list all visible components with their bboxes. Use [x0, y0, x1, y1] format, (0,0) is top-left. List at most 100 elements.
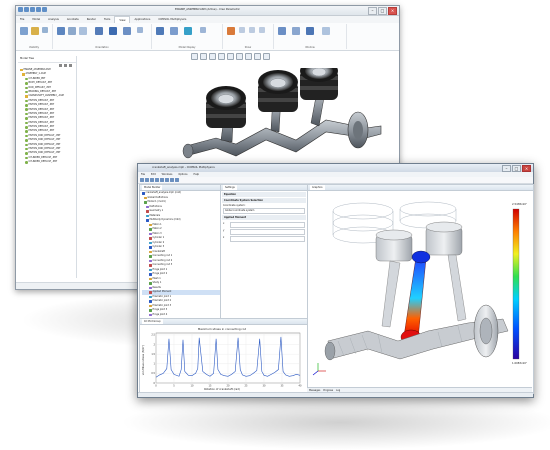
previous-icon[interactable] — [123, 27, 131, 35]
ribbon-tab[interactable]: Tools — [100, 16, 114, 23]
stress-3d-view[interactable]: 2.5438x10⁸ 1.0083x10³ — [308, 191, 532, 387]
repaint-icon[interactable] — [218, 53, 225, 60]
comsol-window-title: crankshaft_analysis.mph - COMSOL Multiph… — [152, 166, 215, 169]
ribbon-tab[interactable]: Render — [83, 16, 100, 23]
settings-section-applied-moment[interactable]: Applied Moment — [222, 215, 306, 220]
maximize-button[interactable]: □ — [378, 7, 387, 15]
coordinate-system-label: Coordinate system: — [223, 204, 246, 207]
part-icon — [25, 134, 28, 138]
zoom-in-icon[interactable] — [200, 53, 207, 60]
ribbon-tab[interactable]: File — [16, 16, 28, 23]
pan-icon[interactable] — [79, 27, 87, 35]
maximize-button[interactable]: □ — [512, 165, 521, 172]
node-icon — [149, 264, 152, 267]
status-icon[interactable] — [31, 27, 39, 35]
build-icon[interactable] — [165, 178, 169, 182]
node-icon — [149, 291, 152, 294]
moment-y-field[interactable] — [230, 229, 305, 235]
tree-item-label: CYLINDER_DEFAULT_.PRT — [28, 160, 58, 164]
view-manager-icon[interactable] — [245, 53, 252, 60]
plot-tab[interactable]: 1D Plot Group — [142, 319, 163, 324]
x-tick-label: 5 — [173, 385, 175, 388]
x-tick-label: 35 — [281, 385, 284, 388]
save-icon[interactable] — [150, 178, 154, 182]
settings-section-coordinate-system[interactable]: Coordinate System Selection — [222, 198, 306, 203]
annotations-icon[interactable] — [227, 27, 235, 35]
standard-orientation-icon[interactable] — [109, 27, 117, 35]
saved-views-icon[interactable] — [236, 53, 243, 60]
settings-title: Settings — [223, 185, 237, 190]
redo-icon[interactable] — [160, 178, 164, 182]
graphics-title: Graphics — [310, 185, 325, 190]
ribbon-tab[interactable]: Annotate — [63, 16, 83, 23]
refit-icon[interactable] — [191, 53, 198, 60]
ribbon-tab[interactable]: Applications — [130, 16, 154, 23]
y-tick-label: 2 — [154, 343, 156, 346]
filter-icon[interactable] — [64, 64, 67, 67]
ribbon-tab[interactable]: View — [114, 16, 131, 23]
tree-item[interactable]: CYLINDER_DEFAULT_.PRT — [20, 160, 76, 164]
close-button[interactable]: × — [522, 165, 531, 172]
moment-x-field[interactable] — [230, 222, 305, 228]
display-style-icon[interactable] — [227, 53, 234, 60]
creo-title-bar: ENGINE_ASSEMBLY.ASM (Active) - Creo Para… — [16, 6, 399, 16]
cylinder-2 — [258, 70, 298, 112]
chart-title: Maximum stress in connecting rod — [198, 327, 246, 331]
datum-display-icon[interactable] — [254, 53, 261, 60]
points-icon[interactable] — [259, 27, 265, 33]
saved-orientations-icon[interactable] — [95, 27, 103, 35]
ribbon-group-visibility: Visibility — [16, 24, 53, 49]
plot-icon[interactable] — [175, 178, 179, 182]
ribbon-tab[interactable]: COMSOL Multiphysics — [154, 16, 190, 23]
new-icon[interactable] — [140, 178, 144, 182]
reorient-icon[interactable] — [137, 27, 143, 33]
minimize-button[interactable]: – — [368, 7, 377, 15]
node-icon — [149, 277, 152, 280]
comsol-status-bar — [138, 392, 533, 397]
windows-icon[interactable] — [306, 27, 314, 35]
model-builder-title: Model Builder — [142, 185, 163, 190]
perspective-icon[interactable] — [184, 27, 192, 35]
ribbon-tab[interactable]: Analysis — [44, 16, 63, 23]
node-icon — [149, 237, 152, 240]
full-screen-icon[interactable] — [322, 27, 330, 35]
zoom-icon[interactable] — [68, 27, 76, 35]
section-icon[interactable] — [200, 27, 206, 33]
colorbar-max-label: 2.5438x10⁸ — [512, 202, 527, 206]
moment-z-field[interactable] — [230, 236, 305, 242]
display-style-icon[interactable] — [170, 27, 178, 35]
settings-header: Settings — [221, 185, 307, 191]
layers-icon[interactable] — [20, 27, 28, 35]
tree-node[interactable]: Hinge Joint 4 — [142, 313, 220, 318]
open-icon[interactable] — [145, 178, 149, 182]
ribbon-group-model-display: Model Display — [152, 24, 223, 49]
cylinder-1 — [206, 86, 246, 128]
part-icon — [25, 117, 28, 120]
node-icon — [149, 246, 152, 249]
show-icon[interactable] — [69, 64, 72, 67]
node-icon — [142, 192, 145, 195]
close-window-icon[interactable] — [292, 27, 300, 35]
activate-icon[interactable] — [278, 27, 286, 35]
y-axis-label: von Mises stress (N/m²) — [141, 345, 145, 376]
refit-icon[interactable] — [57, 27, 65, 35]
node-icon — [149, 273, 152, 276]
spin-center-icon[interactable] — [263, 53, 270, 60]
node-icon — [149, 259, 152, 262]
minimize-button[interactable]: – — [502, 165, 511, 172]
compute-icon[interactable] — [170, 178, 174, 182]
appearance-gallery-icon[interactable] — [156, 27, 164, 35]
axes-icon[interactable] — [249, 27, 255, 33]
zoom-out-icon[interactable] — [209, 53, 216, 60]
settings-icon[interactable] — [59, 64, 62, 67]
undo-icon[interactable] — [155, 178, 159, 182]
planes-icon[interactable] — [239, 27, 245, 33]
assembly-icon — [25, 95, 28, 98]
ribbon-tab[interactable]: Model — [28, 16, 44, 23]
node-icon — [144, 201, 147, 204]
close-button[interactable]: × — [388, 7, 397, 15]
node-icon — [149, 232, 152, 235]
coordinate-system-select[interactable]: Global coordinate system — [223, 208, 305, 214]
settings-section-equation[interactable]: Equation — [222, 192, 306, 197]
hide-icon[interactable] — [42, 27, 48, 33]
